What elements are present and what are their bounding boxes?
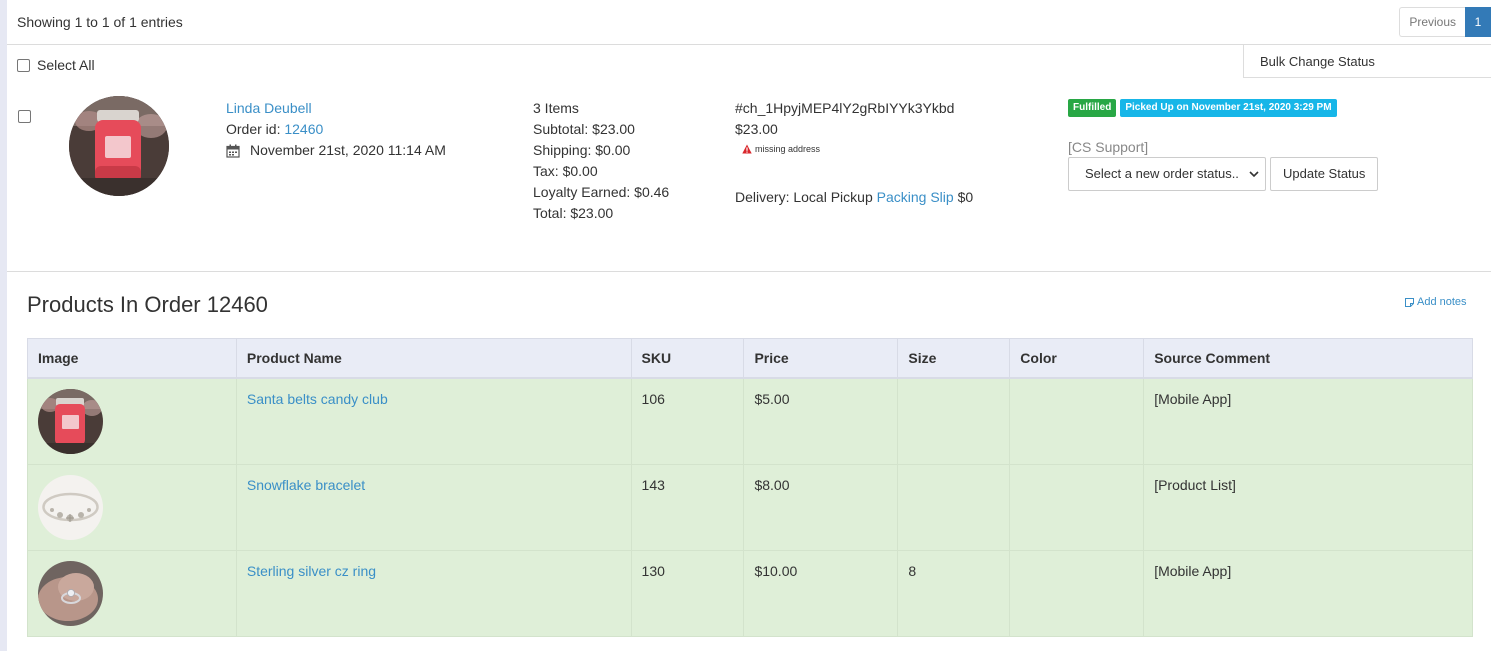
table-header-row: Image Product Name SKU Price Size Color … [27,338,1473,379]
sku-cell: 143 [630,463,745,551]
product-name-cell: Santa belts candy club [235,377,632,465]
price-cell: $10.00 [743,549,899,637]
status-controls: Select a new order status.. Update Statu… [1068,157,1379,191]
sku-cell: 106 [630,377,745,465]
column-header-price: Price [743,338,899,379]
color-cell [1009,377,1145,465]
product-image-cell [27,463,237,551]
column-header-color: Color [1009,338,1145,379]
product-name-link[interactable]: Sterling silver cz ring [247,563,376,579]
total: Total: $23.00 [533,205,614,221]
size-cell [897,463,1011,551]
add-notes-label: Add notes [1417,296,1467,308]
charge-id: #ch_1HpyjMEP4lY2gRbIYYk3Ykbd [735,100,955,116]
missing-address-text: missing address [755,144,821,154]
select-all[interactable]: Select All [17,57,95,73]
products-table: Image Product Name SKU Price Size Color … [27,338,1473,637]
subtotal: Subtotal: $23.00 [533,121,635,137]
select-all-label: Select All [37,57,95,73]
product-name-link[interactable]: Santa belts candy club [247,391,388,407]
chevron-down-icon [1249,171,1259,178]
picked-up-badge: Picked Up on November 21st, 2020 3:29 PM [1120,99,1337,117]
table-row: Snowflake bracelet 143 $8.00 [Product Li… [27,463,1473,551]
products-title: Products In Order 12460 [27,292,268,317]
product-image-cell [27,549,237,637]
packing-slip-link[interactable]: Packing Slip [877,189,954,205]
missing-address-warning: missing address [742,142,954,156]
note-icon [1405,297,1414,307]
color-cell [1009,549,1145,637]
pager: Previous 1 [1399,7,1491,37]
color-cell [1009,463,1145,551]
items-count: 3 Items [533,100,579,116]
status-badges: Fulfilled Picked Up on November 21st, 20… [1068,99,1378,117]
order-totals: 3 Items Subtotal: $23.00 Shipping: $0.00… [533,98,669,224]
bulk-change-status-menu[interactable]: Bulk Change Status [1243,45,1491,78]
shipping: Shipping: $0.00 [533,142,631,158]
column-header-sku: SKU [630,338,745,379]
loyalty-earned: Loyalty Earned: $0.46 [533,184,670,200]
select-all-checkbox[interactable] [17,58,30,72]
showing-entries-text: Showing 1 to 1 of 1 entries [17,14,183,30]
page-1-button[interactable]: 1 [1465,7,1491,37]
fulfilled-badge: Fulfilled [1068,99,1117,117]
previous-page-button[interactable]: Previous [1399,7,1465,37]
ring-icon [38,560,103,626]
order-status-panel: Fulfilled Picked Up on November 21st, 20… [1068,99,1379,191]
order-status-select-value: Select a new order status.. [1085,166,1239,181]
order-id-line: Order id: 12460 [226,119,446,140]
tax: Tax: $0.00 [533,163,598,179]
customer-info: Linda Deubell Order id: 12460 November 2… [226,98,446,161]
calendar-icon [226,144,240,158]
column-header-product-name: Product Name [235,338,632,379]
source-comment-cell: [Mobile App] [1143,549,1473,637]
column-header-image: Image [27,338,237,379]
product-name-cell: Sterling silver cz ring [235,549,632,637]
order-date: November 21st, 2020 11:14 AM [226,140,446,161]
size-cell: 8 [897,549,1011,637]
cs-support-label: [CS Support] [1068,139,1149,155]
bracelet-icon [38,474,103,540]
product-name-link[interactable]: Snowflake bracelet [247,477,365,493]
order-date-text: November 21st, 2020 11:14 AM [250,142,446,158]
source-comment-cell: [Product List] [1143,463,1473,551]
pagination-bar: Showing 1 to 1 of 1 entries Previous 1 [7,0,1491,45]
order-id-link[interactable]: 12460 [284,121,323,137]
payment-info: #ch_1HpyjMEP4lY2gRbIYYk3Ykbd $23.00 miss… [735,98,954,156]
product-name-cell: Snowflake bracelet [235,463,632,551]
table-row: Santa belts candy club 106 $5.00 [Mobile… [27,377,1473,465]
candy-jar-icon [38,388,103,454]
price-cell: $5.00 [743,377,899,465]
delivery-fee: $0 [957,189,974,205]
charge-amount: $23.00 [735,121,778,137]
order-status-select[interactable]: Select a new order status.. [1068,157,1266,191]
order-product-image [69,96,169,196]
order-row-checkbox[interactable] [18,110,31,123]
table-row: Sterling silver cz ring 130 $10.00 8 [Mo… [27,549,1473,637]
candy-jar-icon [69,96,169,196]
source-comment-cell: [Mobile App] [1143,377,1473,465]
product-image-cell [27,377,237,465]
warning-icon [742,144,752,154]
update-status-button[interactable]: Update Status [1270,157,1379,191]
column-header-source-comment: Source Comment [1143,338,1473,379]
section-divider [7,271,1491,272]
sku-cell: 130 [630,549,745,637]
size-cell [897,377,1011,465]
column-header-size: Size [897,338,1011,379]
order-id-label: Order id: [226,121,281,137]
add-notes-link[interactable]: Add notes [1404,296,1467,308]
left-rail [0,0,7,651]
delivery-label: Delivery: Local Pickup [735,189,873,205]
price-cell: $8.00 [743,463,899,551]
delivery-info: Delivery: Local Pickup Packing Slip $0 [735,189,973,205]
customer-name-link[interactable]: Linda Deubell [226,100,312,116]
